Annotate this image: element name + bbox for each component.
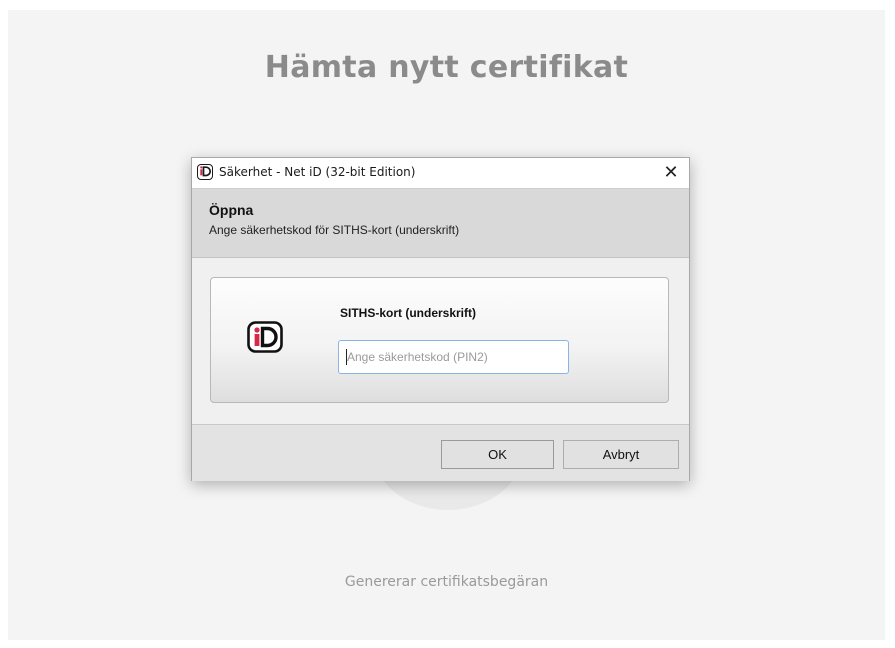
dialog-footer: OK Avbryt <box>192 424 689 481</box>
net-id-logo-icon <box>247 321 283 353</box>
dialog-title: Säkerhet - Net iD (32-bit Edition) <box>219 165 416 179</box>
card-label: SITHS-kort (underskrift) <box>340 306 477 320</box>
dialog-titlebar[interactable]: Säkerhet - Net iD (32-bit Edition) ✕ <box>192 158 689 188</box>
page-title: Hämta nytt certifikat <box>264 50 629 85</box>
dialog-header: Öppna Ange säkerhetskod för SITHS-kort (… <box>192 188 689 258</box>
ok-button[interactable]: OK <box>441 440 554 469</box>
cancel-button[interactable]: Avbryt <box>563 440 679 469</box>
security-dialog: Säkerhet - Net iD (32-bit Edition) ✕ Öpp… <box>191 157 690 481</box>
close-button[interactable]: ✕ <box>659 162 683 184</box>
dialog-instruction: Ange säkerhetskod för SITHS-kort (unders… <box>209 223 460 237</box>
status-text: Genererar certifikatsbegäran <box>344 574 549 590</box>
card-panel: SITHS-kort (underskrift) <box>210 277 669 403</box>
close-icon: ✕ <box>663 162 679 183</box>
pin-input[interactable] <box>338 340 569 374</box>
net-id-app-icon <box>197 164 213 180</box>
dialog-heading: Öppna <box>209 202 254 218</box>
text-caret <box>346 349 347 365</box>
